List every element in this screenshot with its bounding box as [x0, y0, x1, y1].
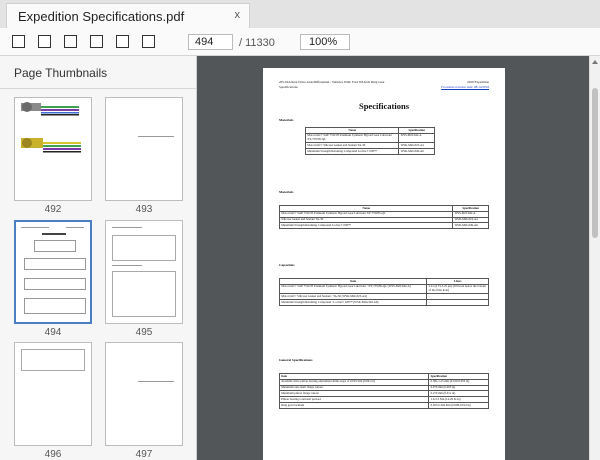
table-cell: Ring gear backlash	[278, 401, 430, 409]
table-cell: 2.41 (4.73-5.25 pts) (fill level below t…	[426, 283, 489, 295]
thumbnail-table	[34, 240, 76, 252]
page-title: Specifications	[358, 101, 410, 111]
thumbnail-table	[24, 258, 86, 270]
document-tab[interactable]: Expedition Specifications.pdf x	[6, 3, 250, 28]
scrollbar-thumb[interactable]	[592, 88, 598, 238]
thumbnail-text-line	[138, 136, 174, 137]
thumbnail-label-493: 493	[135, 204, 153, 215]
document-page: 205-02A Rear Drive Axle/Differential - V…	[263, 68, 505, 460]
tab-title: Expedition Specifications.pdf	[18, 9, 185, 24]
thumbnail-text-line	[112, 227, 142, 228]
section-title-materials-1: Materials	[279, 118, 294, 122]
thumbnail-page-496[interactable]	[14, 342, 92, 446]
thumbnail-text-line	[21, 227, 49, 228]
table-cell: Maximum Strength Retaining Compound Loct…	[304, 147, 400, 155]
thumbnail-table	[24, 278, 86, 290]
page-header-left-1: 205-02A Rear Drive Axle/Differential - V…	[279, 80, 385, 84]
tab-bar: Expedition Specifications.pdf x	[0, 0, 600, 28]
thumbnail-text-line	[42, 233, 66, 235]
thumbnail-sidebar: Page Thumbnails 492 493 494 495 496 497	[0, 56, 197, 460]
section-title-materials-2: Materials	[279, 190, 294, 194]
capacities-table: Item Liters Motorcraft® SAE 75W-85 Premiu…	[278, 278, 489, 306]
thumbnail-label-494: 494	[44, 327, 62, 338]
section-title-capacities: Capacities	[279, 263, 295, 267]
toolbar-button-3[interactable]	[64, 35, 77, 48]
thumbnail-text-line	[112, 265, 142, 266]
thumbnail-preview-492	[21, 102, 81, 153]
table-row: Maximum Strength Retaining Compound / Lo…	[278, 298, 489, 306]
table-row: Maximum Strength Retaining Compound Loct…	[278, 222, 489, 230]
thumbnail-table	[24, 298, 86, 314]
toolbar-button-6[interactable]	[142, 35, 155, 48]
thumbnail-text-line	[66, 227, 84, 228]
viewer-scrollbar[interactable]	[589, 56, 600, 460]
thumbnail-table	[112, 235, 176, 261]
table-cell: Maximum Strength Retaining Compound / Lo…	[278, 298, 428, 306]
general-specifications-table: Item Specification Available drive pinion…	[278, 373, 489, 409]
thumbnail-label-495: 495	[135, 327, 153, 338]
table-cell: WSK-M2G349-A6	[398, 147, 435, 155]
toolbar: / 11330	[0, 28, 600, 56]
thumbnail-text-line	[138, 381, 174, 382]
table-cell: WSK-M2G349-A6	[452, 222, 489, 230]
materials-table-2: Name Specification Motorcraft® SAE 75W-85…	[278, 205, 489, 230]
close-icon[interactable]: x	[235, 9, 241, 21]
page-total: / 11330	[239, 37, 275, 49]
sidebar-divider	[0, 88, 196, 89]
toolbar-button-4[interactable]	[90, 35, 103, 48]
table-cell: Motorcraft® SAE 75W-85 Premium Synthetic…	[304, 132, 400, 144]
document-viewer[interactable]: 205-02A Rear Drive Axle/Differential - V…	[197, 56, 589, 460]
page-header-right-1: 2020 Expedition	[467, 80, 489, 84]
table-cell: WSS-M2C942-A	[398, 132, 435, 144]
scroll-up-arrow-icon[interactable]	[592, 60, 598, 64]
thumbnail-page-495[interactable]	[105, 220, 183, 324]
toolbar-button-2[interactable]	[38, 35, 51, 48]
thumbnail-table	[112, 271, 176, 317]
page-header-left-2: Specifications	[279, 85, 298, 89]
table-row: Ring gear backlash 0.203-0.304 mm (0.008-…	[278, 401, 489, 409]
section-title-general-specifications: General Specifications	[279, 358, 313, 362]
thumbnail-page-497[interactable]	[105, 342, 183, 446]
thumbnail-label-496: 496	[44, 449, 62, 460]
zoom-input[interactable]	[300, 34, 350, 50]
table-cell: Maximum Strength Retaining Compound Loct…	[278, 222, 454, 230]
thumbnail-page-492[interactable]	[14, 97, 92, 201]
toolbar-button-5[interactable]	[116, 35, 129, 48]
page-number-input[interactable]	[188, 34, 233, 50]
thumbnail-label-492: 492	[44, 204, 62, 215]
toolbar-button-1[interactable]	[12, 35, 25, 48]
table-row: Motorcraft® SAE 75W-85 Premium Synthetic…	[304, 132, 435, 144]
revision-date-link[interactable]: Procedure revision date: 08/14/2018	[441, 85, 489, 90]
table-cell: -	[426, 298, 489, 306]
sidebar-title: Page Thumbnails	[14, 66, 108, 80]
table-cell: Motorcraft® SAE 75W-85 Premium Synthetic…	[278, 283, 428, 295]
thumbnail-table	[21, 349, 85, 371]
table-row: Motorcraft® SAE 75W-85 Premium Synthetic…	[278, 283, 489, 295]
table-row: Maximum Strength Retaining Compound Loct…	[304, 147, 435, 155]
materials-table-1: Name Specification Motorcraft® SAE 75W-85…	[304, 127, 435, 155]
thumbnail-page-493[interactable]	[105, 97, 183, 201]
table-cell: 0.203-0.304 mm (0.008-0.012 in)	[428, 401, 489, 409]
thumbnail-page-494[interactable]	[14, 220, 92, 324]
thumbnail-label-497: 497	[135, 449, 153, 460]
